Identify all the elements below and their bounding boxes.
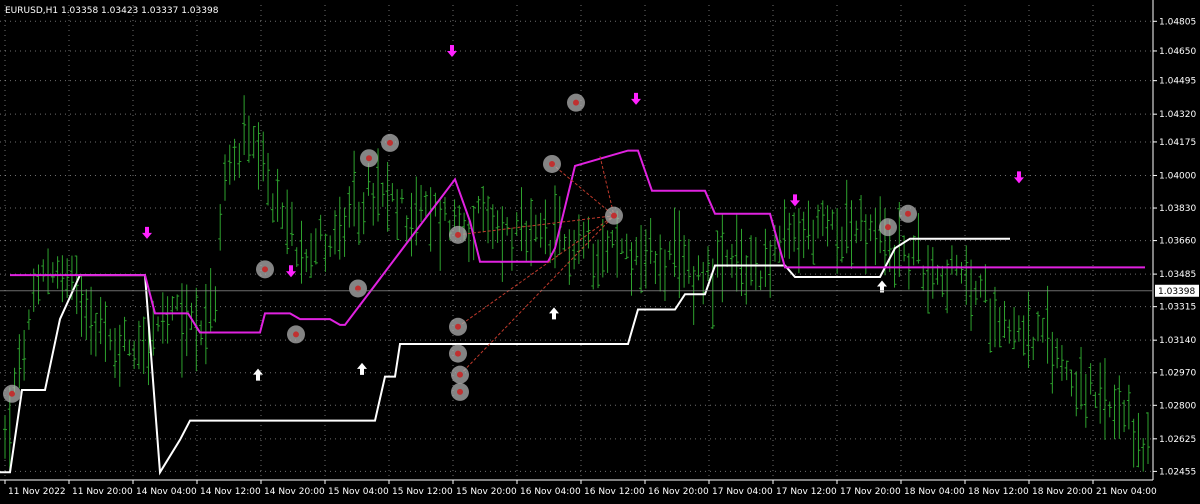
- x-tick-label: 21 Nov 04:00: [1096, 487, 1157, 497]
- signal-marker-dot: [293, 331, 299, 338]
- x-tick-label: 15 Nov 12:00: [392, 487, 453, 497]
- x-tick-label: 18 Nov 04:00: [904, 487, 965, 497]
- x-tick-label: 18 Nov 20:00: [1032, 487, 1093, 497]
- plot-background: [0, 0, 1200, 500]
- x-tick-label: 17 Nov 20:00: [840, 487, 901, 497]
- x-tick-label: 17 Nov 12:00: [776, 487, 837, 497]
- y-tick-label: 1.02455: [1159, 467, 1196, 477]
- x-tick-label: 16 Nov 04:00: [520, 487, 581, 497]
- y-tick-label: 1.04175: [1159, 138, 1196, 148]
- signal-marker-dot: [387, 139, 393, 146]
- y-tick-label: 1.02625: [1159, 435, 1196, 445]
- signal-marker-dot: [455, 323, 461, 330]
- x-tick-label: 11 Nov 20:00: [72, 487, 133, 497]
- signal-marker-dot: [885, 224, 891, 231]
- x-tick-label: 16 Nov 20:00: [648, 487, 709, 497]
- y-tick-label: 1.03315: [1159, 303, 1196, 313]
- x-tick-label: 15 Nov 20:00: [456, 487, 517, 497]
- signal-marker-dot: [573, 99, 579, 106]
- price-chart[interactable]: 1.04805 1.04650 1.04495 1.04320 1.04175 1.040…: [0, 0, 1200, 500]
- y-tick-label: 1.02800: [1159, 401, 1196, 411]
- chart-canvas[interactable]: 1.04805 1.04650 1.04495 1.04320 1.04175 1.040…: [0, 0, 1200, 500]
- symbol-info-label: EURUSD,H1 1.03358 1.03423 1.03337 1.0339…: [5, 6, 219, 16]
- y-tick-label: 1.04000: [1159, 171, 1196, 181]
- x-tick-label: 17 Nov 04:00: [712, 487, 773, 497]
- signal-marker-dot: [611, 212, 617, 219]
- y-tick-label: 1.03485: [1159, 270, 1196, 280]
- y-tick-label: 1.02970: [1159, 369, 1196, 379]
- y-tick-label: 1.04650: [1159, 47, 1196, 57]
- x-tick-label: 16 Nov 12:00: [584, 487, 645, 497]
- signal-marker-dot: [455, 231, 461, 238]
- signal-marker-dot: [455, 350, 461, 357]
- current-price-label: 1.03398: [1158, 287, 1195, 297]
- y-tick-label: 1.03830: [1159, 204, 1196, 214]
- signal-marker-dot: [905, 210, 911, 217]
- signal-marker-dot: [549, 160, 555, 167]
- y-tick-label: 1.04320: [1159, 110, 1196, 120]
- y-tick-label: 1.03660: [1159, 237, 1196, 247]
- x-tick-label: 11 Nov 2022: [8, 487, 66, 497]
- x-tick-label: 14 Nov 04:00: [136, 487, 197, 497]
- y-tick-label: 1.04495: [1159, 77, 1196, 87]
- x-tick-label: 15 Nov 04:00: [328, 487, 389, 497]
- signal-marker-dot: [9, 390, 15, 397]
- x-tick-label: 14 Nov 12:00: [200, 487, 261, 497]
- signal-marker-dot: [457, 371, 463, 378]
- x-tick-label: 18 Nov 12:00: [968, 487, 1029, 497]
- y-tick-label: 1.03140: [1159, 336, 1196, 346]
- x-tick-label: 14 Nov 20:00: [264, 487, 325, 497]
- signal-marker-dot: [366, 155, 372, 162]
- signal-marker-dot: [262, 266, 268, 273]
- signal-marker-dot: [457, 388, 463, 395]
- y-tick-label: 1.04805: [1159, 17, 1196, 27]
